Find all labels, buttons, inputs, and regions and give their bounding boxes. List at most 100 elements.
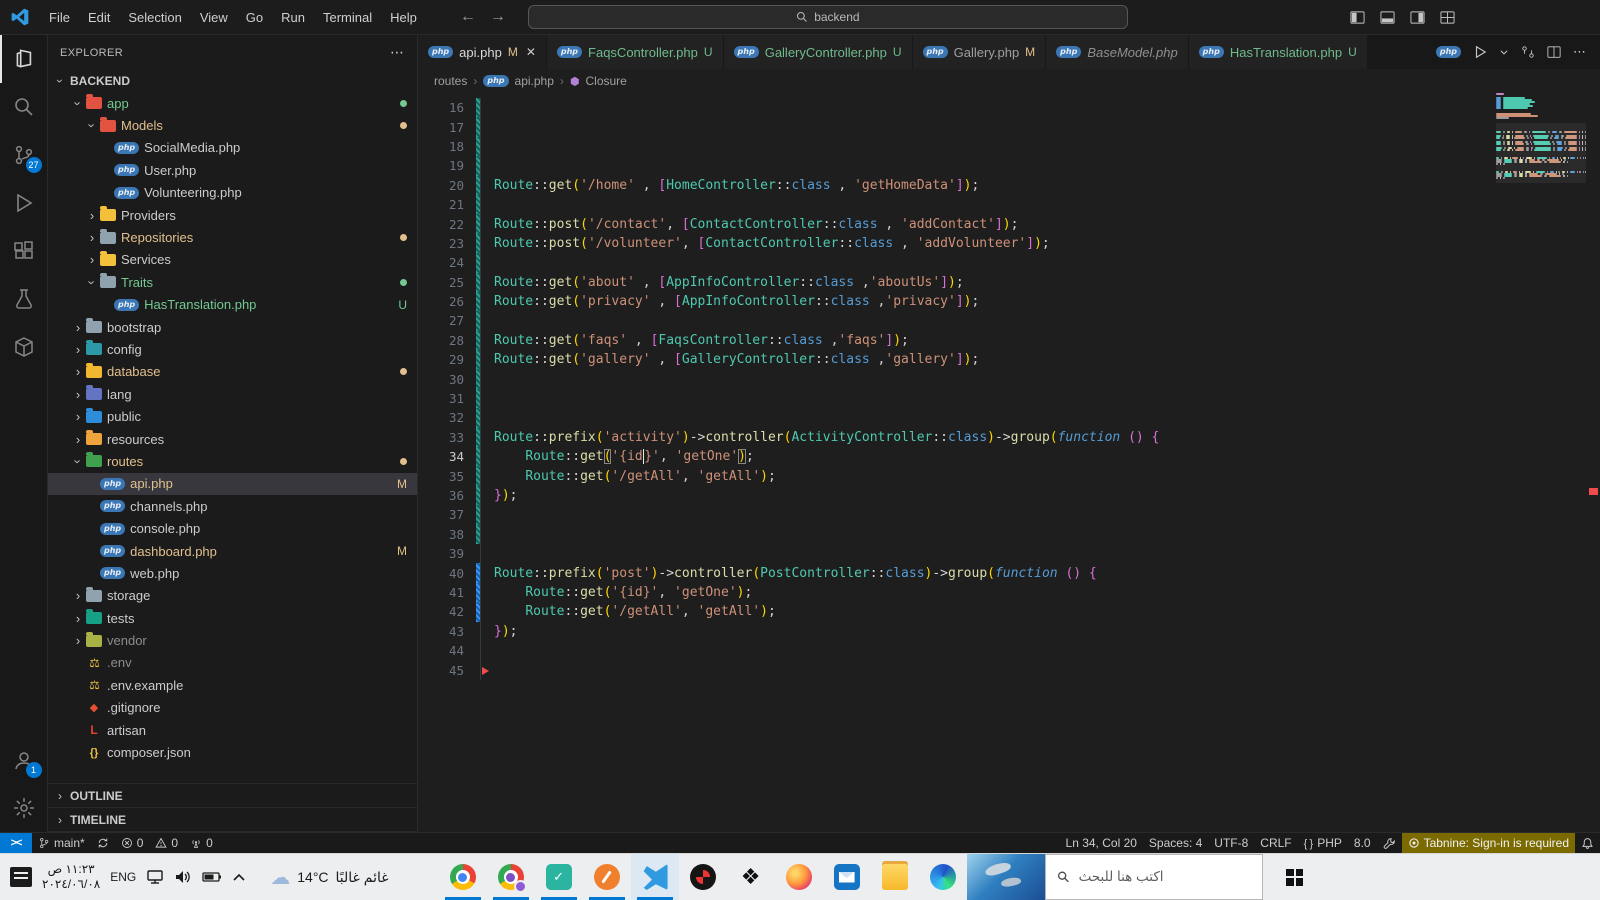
run-dropdown-icon[interactable]: [1499, 47, 1509, 57]
status-bell[interactable]: [1575, 833, 1600, 853]
maximize-button[interactable]: [1508, 0, 1554, 35]
tree-folder-tests[interactable]: ›tests: [48, 607, 417, 629]
toggle-sidebar-icon[interactable]: [1342, 2, 1372, 32]
tab-faqscontroller-php[interactable]: phpFaqsController.phpU: [547, 35, 724, 69]
status-spaces-4[interactable]: Spaces: 4: [1143, 833, 1208, 853]
nav-back-icon[interactable]: ←: [460, 8, 476, 26]
tree-folder-storage[interactable]: ›storage: [48, 585, 417, 607]
open-changes-icon[interactable]: [1521, 45, 1535, 59]
tree-folder-routes[interactable]: ›routes: [48, 450, 417, 472]
explorer-more-actions-icon[interactable]: ⋯: [390, 44, 405, 61]
tree-file-artisan[interactable]: Lartisan: [48, 719, 417, 741]
network-icon[interactable]: [146, 869, 164, 885]
activity-testing-icon[interactable]: [0, 275, 48, 323]
menu-edit[interactable]: Edit: [79, 0, 119, 35]
battery-icon[interactable]: [202, 870, 222, 884]
hidden-icons-chevron[interactable]: [232, 872, 246, 882]
tree-file-web-php[interactable]: phpweb.php: [48, 562, 417, 584]
menu-view[interactable]: View: [191, 0, 237, 35]
status-warning[interactable]: 0: [149, 833, 184, 853]
activity-run-debug-icon[interactable]: [0, 179, 48, 227]
tree-file-api-php[interactable]: phpapi.phpM: [48, 473, 417, 495]
status-wrench[interactable]: [1377, 833, 1402, 853]
taskbar-app-quill-icon[interactable]: [583, 854, 631, 900]
tree-folder-resources[interactable]: ›resources: [48, 428, 417, 450]
tree-file--env-example[interactable]: ⚖.env.example: [48, 674, 417, 696]
nav-forward-icon[interactable]: →: [490, 8, 506, 26]
taskbar-clock[interactable]: ١١:٢٣ ص ٢٠٢٤/٠٦/٠٨: [42, 862, 100, 892]
tree-folder-app[interactable]: ›app: [48, 92, 417, 114]
status-8-0[interactable]: 8.0: [1348, 833, 1377, 853]
tree-folder-lang[interactable]: ›lang: [48, 383, 417, 405]
section-timeline[interactable]: ›TIMELINE: [48, 808, 417, 832]
tab-gallery-php[interactable]: phpGallery.phpM: [913, 35, 1047, 69]
taskbar-app-mail-icon[interactable]: [823, 854, 871, 900]
menu-help[interactable]: Help: [381, 0, 426, 35]
activity-search-icon[interactable]: [0, 83, 48, 131]
minimize-button[interactable]: [1462, 0, 1508, 35]
activity-explorer-icon[interactable]: [0, 35, 48, 83]
run-button[interactable]: [1473, 45, 1487, 59]
menu-run[interactable]: Run: [272, 0, 314, 35]
activity-source-control-icon[interactable]: 27: [0, 131, 48, 179]
split-editor-icon[interactable]: [1547, 45, 1561, 59]
section-outline[interactable]: ›OUTLINE: [48, 784, 417, 808]
tree-folder-traits[interactable]: ›Traits: [48, 271, 417, 293]
menu-terminal[interactable]: Terminal: [314, 0, 381, 35]
tree-folder-services[interactable]: ›Services: [48, 249, 417, 271]
status-crlf[interactable]: CRLF: [1254, 833, 1297, 853]
tree-file--env[interactable]: ⚖.env: [48, 652, 417, 674]
close-tab-icon[interactable]: ✕: [526, 45, 536, 59]
tree-folder-vendor[interactable]: ›vendor: [48, 629, 417, 651]
more-actions-icon[interactable]: ⋯: [1573, 44, 1586, 60]
tree-folder-bootstrap[interactable]: ›bootstrap: [48, 316, 417, 338]
taskbar-app-vscode-icon[interactable]: [631, 854, 679, 900]
tab-gallerycontroller-php[interactable]: phpGalleryController.phpU: [724, 35, 913, 69]
status-sync[interactable]: [91, 833, 115, 853]
breadcrumb-item[interactable]: Closure: [586, 74, 627, 88]
tree-folder-config[interactable]: ›config: [48, 338, 417, 360]
menu-file[interactable]: File: [40, 0, 79, 35]
tab-hastranslation-php[interactable]: phpHasTranslation.phpU: [1189, 35, 1368, 69]
activity-package-icon[interactable]: [0, 323, 48, 371]
toggle-secondary-sidebar-icon[interactable]: [1402, 2, 1432, 32]
status-tower[interactable]: 0: [184, 833, 219, 853]
activity-settings-icon[interactable]: [0, 784, 48, 832]
taskbar-app-edge-icon[interactable]: [919, 854, 967, 900]
breadcrumb-item[interactable]: routes: [434, 74, 467, 88]
taskbar-search[interactable]: اكتب هنا للبحث ⚲: [1045, 854, 1263, 900]
activity-account-icon[interactable]: 1: [0, 736, 48, 784]
taskbar-app-chrome-profile-icon[interactable]: [487, 854, 535, 900]
action-center-icon[interactable]: [10, 867, 32, 887]
workspace-root[interactable]: › BACKEND: [48, 70, 417, 92]
taskbar-app-red-app-icon[interactable]: [679, 854, 727, 900]
tree-file-channels-php[interactable]: phpchannels.php: [48, 495, 417, 517]
tree-file-console-php[interactable]: phpconsole.php: [48, 517, 417, 539]
tree-file-composer-json[interactable]: {}composer.json: [48, 741, 417, 763]
breadcrumb-item[interactable]: api.php: [515, 74, 554, 88]
menu-selection[interactable]: Selection: [119, 0, 190, 35]
customize-layout-icon[interactable]: [1432, 2, 1462, 32]
tree-file-hastranslation-php[interactable]: phpHasTranslation.phpU: [48, 294, 417, 316]
command-center-search[interactable]: backend: [528, 5, 1128, 29]
tab-basemodel-php[interactable]: phpBaseModel.php: [1046, 35, 1189, 69]
taskbar-app-chrome-icon[interactable]: [439, 854, 487, 900]
language-indicator[interactable]: ENG: [110, 870, 136, 884]
start-button[interactable]: [1265, 854, 1325, 900]
taskbar-app-firefox-icon[interactable]: [775, 854, 823, 900]
weather-widget[interactable]: ☁ 14°C غائم غالبًا: [270, 865, 388, 890]
tree-folder-providers[interactable]: ›Providers: [48, 204, 417, 226]
minimap-slider[interactable]: [1496, 123, 1586, 183]
code-editor[interactable]: 1617181920Route::get('/home' , [HomeCont…: [418, 93, 1600, 832]
taskbar-app-file-explorer-icon[interactable]: [871, 854, 919, 900]
toggle-panel-icon[interactable]: [1372, 2, 1402, 32]
remote-indicator[interactable]: ><: [0, 833, 32, 853]
tree-file--gitignore[interactable]: ◆.gitignore: [48, 697, 417, 719]
activity-extensions-icon[interactable]: [0, 227, 48, 275]
menu-go[interactable]: Go: [237, 0, 272, 35]
close-button[interactable]: [1554, 0, 1600, 35]
tree-file-socialmedia-php[interactable]: phpSocialMedia.php: [48, 137, 417, 159]
news-widget-thumbnail[interactable]: [967, 854, 1045, 900]
status-braces[interactable]: { }PHP: [1298, 833, 1348, 853]
tree-folder-database[interactable]: ›database: [48, 361, 417, 383]
